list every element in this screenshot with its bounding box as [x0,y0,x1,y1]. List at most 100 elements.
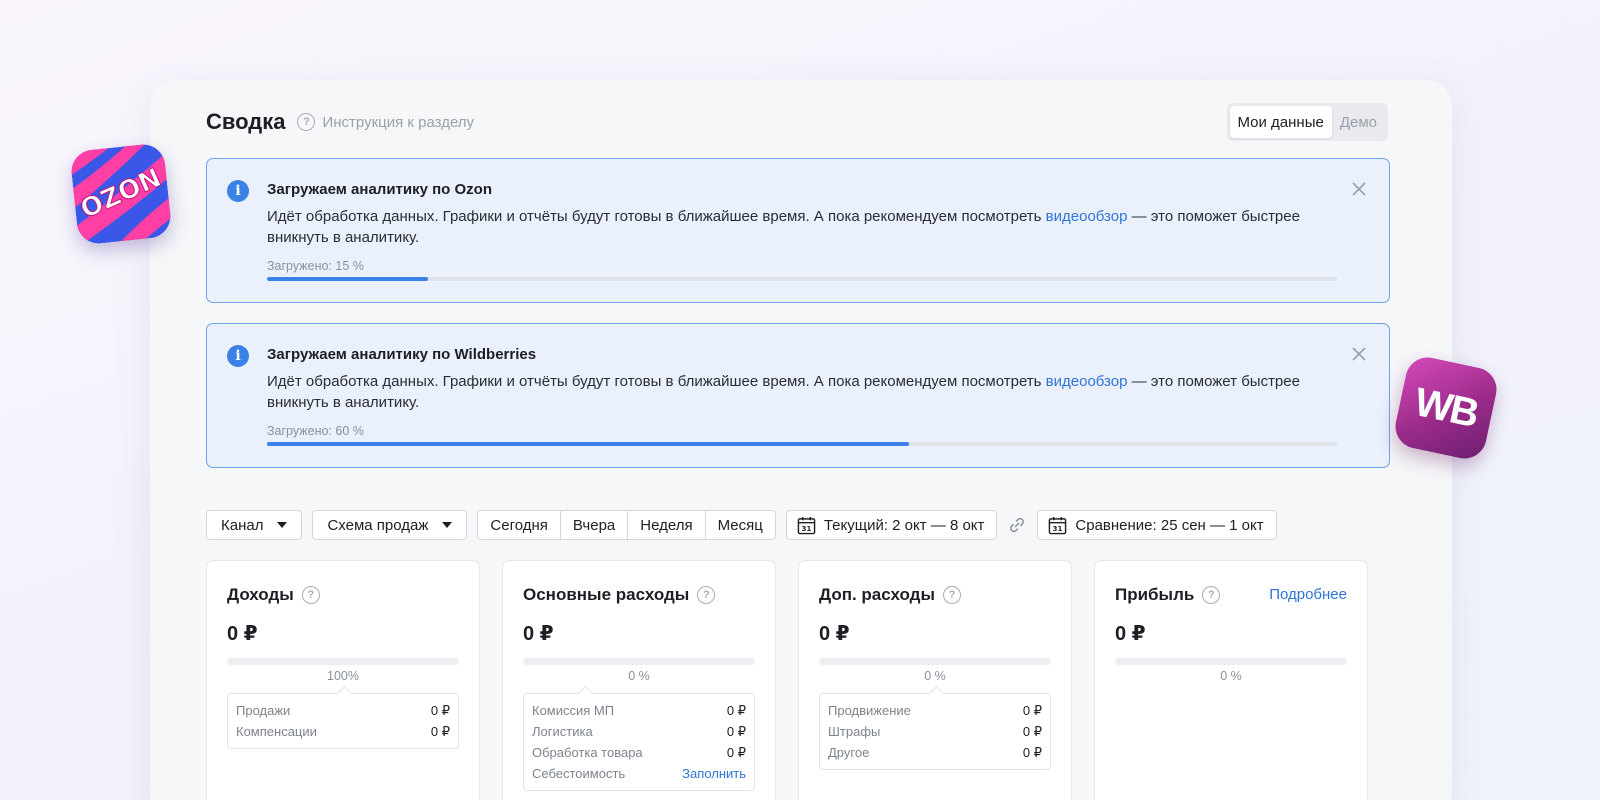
card-percent: 0 % [924,669,946,683]
row-label: Другое [828,745,870,760]
row-label: Себестоимость [532,766,626,781]
progress-fill [267,277,428,281]
profit-card: Прибыль ? Подробнее 0 ₽ 0 % [1094,560,1368,800]
card-value: 0 ₽ [227,623,258,645]
sales-scheme-dropdown-label: Схема продаж [327,516,429,534]
row-value: 0 ₽ [430,724,450,739]
card-value: 0 ₽ [819,623,850,645]
row-label: Продажи [236,703,291,718]
list-item: Компенсации 0 ₽ [236,721,450,742]
video-review-link[interactable]: видеообзор [1046,373,1128,390]
calendar-day: 31 [801,524,811,533]
card-value: 0 ₽ [523,623,554,645]
list-item: Другое 0 ₽ [828,742,1042,763]
row-label: Логистика [532,724,593,739]
extra-expenses-card: Доп. расходы ? 0 ₽ 0 % Продвижение 0 ₽ Шт… [798,560,1072,800]
period-month[interactable]: Месяц [706,511,775,539]
close-icon[interactable] [1347,177,1371,201]
card-value: 0 ₽ [1115,623,1146,645]
income-card: Доходы ? 0 ₽ 100% Продажи 0 ₽ Компенсации… [206,560,480,800]
toggle-demo[interactable]: Демо [1332,106,1385,138]
help-link-label: Инструкция к разделу [322,113,475,131]
channel-dropdown[interactable]: Канал [206,510,303,540]
question-circle-icon[interactable]: ? [697,586,716,604]
wildberries-logo-text: WB [1410,379,1482,436]
current-period-label: Текущий: 2 окт — 8 окт [823,516,985,534]
extra-expenses-breakdown: Продвижение 0 ₽ Штрафы 0 ₽ Другое 0 ₽ [819,693,1051,770]
period-today[interactable]: Сегодня [478,511,561,539]
period-yesterday[interactable]: Вчера [561,511,629,539]
list-item: Комиссия МП 0 ₽ [532,700,746,721]
card-progress-track [227,658,459,665]
list-item: Штрафы 0 ₽ [828,721,1042,742]
card-percent: 0 % [628,669,650,683]
progress-label: Загружено: 60 % [267,424,364,438]
close-icon[interactable] [1347,342,1371,366]
calendar-icon: 31 [1049,516,1067,534]
toggle-my-data[interactable]: Мои данные [1229,106,1332,138]
row-value: 0 ₽ [1022,703,1042,718]
alert-text-before: Идёт обработка данных. Графики и отчёты … [267,373,1046,390]
list-item: Продвижение 0 ₽ [828,700,1042,721]
alert-title: Загружаем аналитику по Wildberries [267,346,537,363]
list-item: Логистика 0 ₽ [532,721,746,742]
progress-label: Загружено: 15 % [267,259,364,273]
question-circle-icon[interactable]: ? [301,586,320,604]
row-label: Комиссия МП [532,703,615,718]
row-value: 0 ₽ [1022,745,1042,760]
link-icon[interactable] [1007,515,1027,535]
progress-track [267,442,1337,446]
card-title: Доп. расходы ? [819,585,961,605]
sales-scheme-dropdown[interactable]: Схема продаж [312,510,468,540]
row-label: Штрафы [828,724,881,739]
question-circle-icon: ? [297,113,316,131]
row-value: 0 ₽ [726,745,746,760]
video-review-link[interactable]: видеообзор [1046,208,1128,225]
filters-bar: Канал Схема продаж Сегодня Вчера Неделя … [206,510,1277,540]
card-title: Доходы ? [227,585,320,605]
card-percent: 0 % [1220,669,1242,683]
card-progress-track [819,658,1051,665]
alert-ozon: i Загружаем аналитику по Ozon Идёт обраб… [206,158,1390,303]
metric-cards: Доходы ? 0 ₽ 100% Продажи 0 ₽ Компенсации… [206,560,1368,800]
period-week[interactable]: Неделя [628,511,706,539]
card-title-text: Прибыль [1115,585,1195,604]
question-circle-icon[interactable]: ? [943,586,961,604]
chevron-down-icon [277,522,288,528]
row-value: 0 ₽ [430,703,450,718]
info-icon: i [227,180,249,202]
list-item: Продажи 0 ₽ [236,700,450,721]
alert-text: Идёт обработка данных. Графики и отчёты … [267,206,1327,248]
compare-period-label: Сравнение: 25 сен — 1 окт [1075,516,1264,534]
question-circle-icon[interactable]: ? [1202,586,1221,604]
row-value: 0 ₽ [1022,724,1042,739]
compare-period-picker[interactable]: 31 Сравнение: 25 сен — 1 окт [1037,510,1277,540]
row-value: 0 ₽ [726,724,746,739]
list-item: Себестоимость Заполнить [532,763,746,784]
card-title-text: Доходы [227,585,294,604]
current-period-picker[interactable]: 31 Текущий: 2 окт — 8 окт [785,510,998,540]
list-item: Обработка товара 0 ₽ [532,742,746,763]
fill-cost-link[interactable]: Заполнить [682,763,746,784]
main-expenses-breakdown: Комиссия МП 0 ₽ Логистика 0 ₽ Обработка то… [523,693,755,791]
alert-title: Загружаем аналитику по Ozon [267,181,493,198]
header: Сводка ? Инструкция к разделу Мои данные… [206,102,1388,142]
progress-fill [267,442,909,446]
card-progress-track [523,658,755,665]
alert-text-before: Идёт обработка данных. Графики и отчёты … [267,208,1046,225]
card-title-text: Доп. расходы [819,585,935,604]
income-breakdown: Продажи 0 ₽ Компенсации 0 ₽ [227,693,459,749]
card-title-text: Основные расходы [523,585,690,604]
data-source-toggle: Мои данные Демо [1226,103,1388,141]
progress-track [267,277,1337,281]
row-label: Продвижение [828,703,911,718]
row-label: Обработка товара [532,745,643,760]
main-expenses-card: Основные расходы ? 0 ₽ 0 % Комиссия МП 0 … [502,560,776,800]
help-link[interactable]: ? Инструкция к разделу [297,113,474,131]
chevron-down-icon [442,522,453,528]
details-link[interactable]: Подробнее [1269,586,1347,603]
alert-wildberries: i Загружаем аналитику по Wildberries Идё… [206,323,1390,468]
calendar-day: 31 [1053,524,1063,533]
channel-dropdown-label: Канал [221,516,264,534]
wildberries-logo: WB [1391,353,1501,463]
